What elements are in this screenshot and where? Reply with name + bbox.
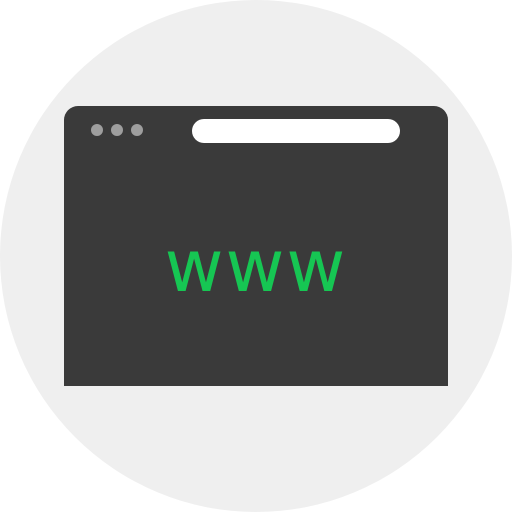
window-dot-icon	[111, 124, 123, 136]
www-label: www	[164, 224, 348, 308]
address-bar	[192, 119, 400, 143]
www-browser-icon: www	[0, 0, 512, 512]
window-dot-icon	[131, 124, 143, 136]
window-dot-icon	[91, 124, 103, 136]
